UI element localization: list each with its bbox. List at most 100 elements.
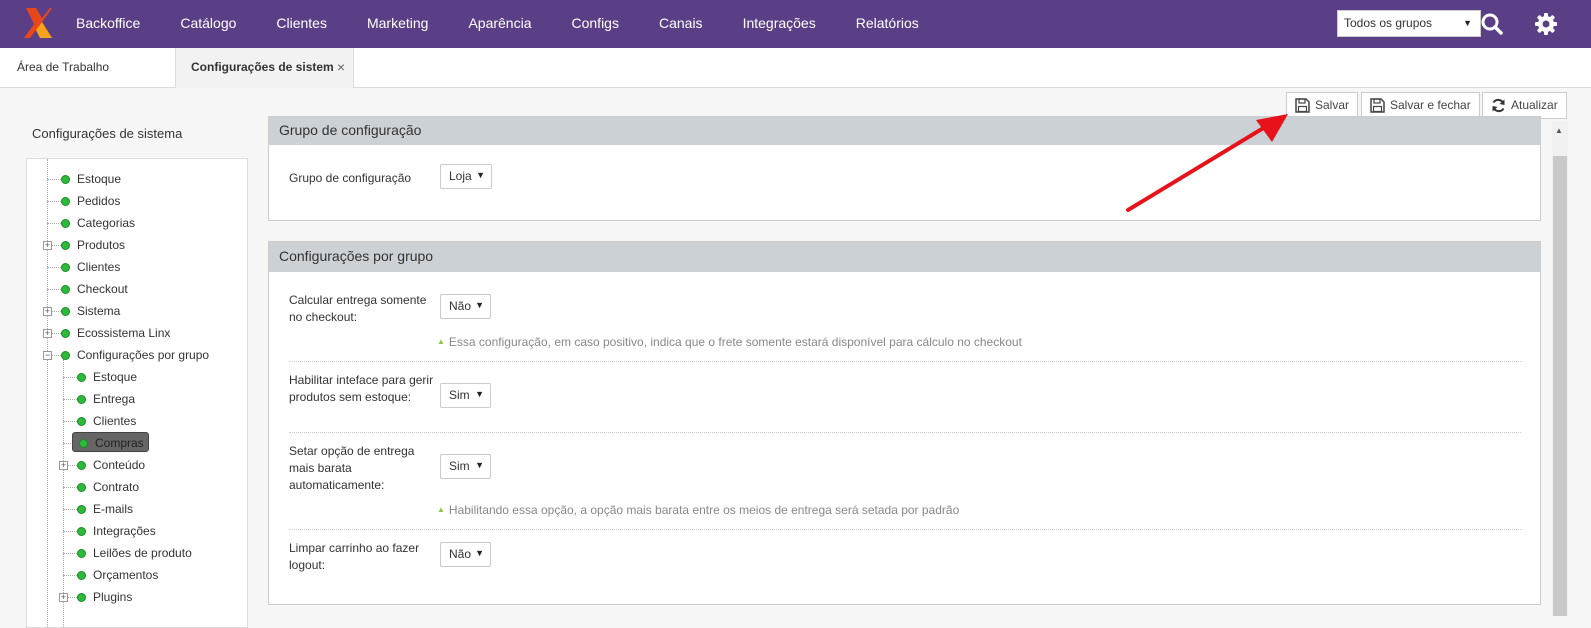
tab-bar: Área de Trabalho Configurações de sistem… bbox=[0, 48, 1591, 88]
tree-guide bbox=[47, 159, 48, 627]
tree-item-grupo-plugins[interactable]: Plugins bbox=[77, 587, 132, 607]
status-dot-icon bbox=[61, 351, 70, 360]
config-group-select[interactable]: Loja ▼ bbox=[440, 164, 492, 189]
status-dot-icon bbox=[77, 527, 86, 536]
group-settings-panel: Configurações por grupo Calcular entrega… bbox=[268, 241, 1541, 605]
setting-hint-entrega-mais-barata: ▲ Habilitando essa opção, a opção mais ba… bbox=[437, 503, 959, 517]
tree-item-grupo-conteudo[interactable]: Conteúdo bbox=[77, 455, 145, 475]
floppy-disk-icon bbox=[1295, 98, 1310, 113]
tree-item-label: Pedidos bbox=[77, 194, 121, 208]
setting-select-limpar-carrinho[interactable]: Não ▼ bbox=[440, 542, 491, 567]
chevron-down-icon: ▼ bbox=[475, 389, 484, 399]
setting-hint-calcular-entrega: ▲ Essa configuração, em caso positivo, in… bbox=[437, 335, 1022, 349]
expand-icon[interactable]: + bbox=[59, 593, 68, 602]
tree-item-grupo-emails[interactable]: E-mails bbox=[77, 499, 133, 519]
expand-icon[interactable]: + bbox=[43, 241, 52, 250]
chevron-down-icon: ▼ bbox=[1463, 18, 1472, 28]
row-divider bbox=[289, 529, 1521, 530]
expand-icon[interactable]: + bbox=[43, 329, 52, 338]
setting-value: Não bbox=[449, 547, 472, 561]
status-dot-icon bbox=[77, 549, 86, 558]
tree-item-pedidos[interactable]: Pedidos bbox=[61, 191, 120, 211]
tree-item-grupo-integracoes[interactable]: Integrações bbox=[77, 521, 156, 541]
chevron-down-icon: ▼ bbox=[476, 170, 485, 180]
tree-item-label: Estoque bbox=[77, 172, 122, 186]
tree-item-ecossistema-linx[interactable]: Ecossistema Linx bbox=[61, 323, 170, 343]
tree-connector bbox=[63, 531, 77, 532]
menu-aparencia[interactable]: Aparência bbox=[448, 0, 551, 48]
status-dot-icon bbox=[77, 483, 86, 492]
tree-item-label: Checkout bbox=[77, 282, 128, 296]
scroll-up-icon[interactable]: ▲ bbox=[1555, 126, 1563, 135]
close-icon[interactable]: × bbox=[337, 48, 345, 87]
tree-item-checkout[interactable]: Checkout bbox=[61, 279, 128, 299]
tree-item-label: Compras bbox=[95, 436, 144, 450]
tree-item-produtos[interactable]: Produtos bbox=[61, 235, 125, 255]
scrollbar-thumb[interactable] bbox=[1553, 156, 1567, 616]
hint-text: Essa configuração, em caso positivo, ind… bbox=[448, 335, 1022, 349]
status-dot-icon bbox=[77, 461, 86, 470]
tree-connector bbox=[63, 575, 77, 576]
status-dot-icon bbox=[61, 263, 70, 272]
setting-select-entrega-mais-barata[interactable]: Sim ▼ bbox=[440, 454, 491, 479]
setting-select-habilitar-interface[interactable]: Sim ▼ bbox=[440, 383, 491, 408]
status-dot-icon bbox=[61, 241, 70, 250]
tree-item-configuracoes-por-grupo[interactable]: Configurações por grupo bbox=[61, 345, 209, 365]
menu-catalogo[interactable]: Catálogo bbox=[160, 0, 256, 48]
tree-item-grupo-entrega[interactable]: Entrega bbox=[77, 389, 135, 409]
tree-item-grupo-clientes[interactable]: Clientes bbox=[77, 411, 136, 431]
setting-value: Não bbox=[449, 299, 472, 313]
menu-marketing[interactable]: Marketing bbox=[347, 0, 448, 48]
tree-connector bbox=[63, 487, 77, 488]
setting-select-calcular-entrega[interactable]: Não ▼ bbox=[440, 294, 491, 319]
tree-item-label: Entrega bbox=[93, 392, 136, 406]
config-group-value: Loja bbox=[449, 169, 472, 183]
menu-integracoes[interactable]: Integrações bbox=[723, 0, 836, 48]
tree-item-label: Integrações bbox=[93, 524, 156, 538]
tree-item-label: Clientes bbox=[93, 414, 137, 428]
tree-item-sistema[interactable]: Sistema bbox=[61, 301, 120, 321]
expand-icon[interactable]: + bbox=[43, 307, 52, 316]
expand-icon[interactable]: + bbox=[59, 461, 68, 470]
menu-backoffice[interactable]: Backoffice bbox=[56, 0, 160, 48]
group-filter-value: Todos os grupos bbox=[1344, 16, 1433, 30]
tree-item-label: Leilões de produto bbox=[93, 546, 192, 560]
tree-item-clientes[interactable]: Clientes bbox=[61, 257, 120, 277]
group-filter-select[interactable]: Todos os grupos ▼ bbox=[1337, 10, 1481, 37]
status-dot-icon bbox=[61, 219, 70, 228]
menu-clientes[interactable]: Clientes bbox=[256, 0, 347, 48]
menu-relatorios[interactable]: Relatórios bbox=[836, 0, 939, 48]
menu-configs[interactable]: Configs bbox=[552, 0, 639, 48]
menu-canais[interactable]: Canais bbox=[639, 0, 723, 48]
search-icon[interactable] bbox=[1480, 12, 1504, 36]
floppy-disk-icon bbox=[1370, 98, 1385, 113]
tree-item-grupo-estoque[interactable]: Estoque bbox=[77, 367, 137, 387]
tree-connector bbox=[47, 223, 61, 224]
top-navigation-bar: Backoffice Catálogo Clientes Marketing A… bbox=[0, 0, 1591, 48]
tree-item-label: Sistema bbox=[77, 304, 121, 318]
tree-item-grupo-compras[interactable]: Compras bbox=[72, 432, 149, 452]
tree-item-categorias[interactable]: Categorias bbox=[61, 213, 135, 233]
tree-connector bbox=[63, 553, 77, 554]
tree-connector bbox=[63, 377, 77, 378]
system-config-title: Configurações de sistema bbox=[32, 126, 183, 141]
save-label: Salvar bbox=[1315, 98, 1350, 112]
status-dot-icon bbox=[61, 307, 70, 316]
tree-item-grupo-leiloes[interactable]: Leilões de produto bbox=[77, 543, 192, 563]
status-dot-icon bbox=[79, 439, 88, 448]
refresh-button[interactable]: Atualizar bbox=[1482, 92, 1567, 119]
tree-item-grupo-orcamentos[interactable]: Orçamentos bbox=[77, 565, 158, 585]
tab-configuracoes-sistema[interactable]: Configurações de sistem × bbox=[175, 48, 354, 88]
chevron-down-icon: ▼ bbox=[475, 460, 484, 470]
save-and-close-button[interactable]: Salvar e fechar bbox=[1361, 92, 1480, 119]
tab-area-de-trabalho[interactable]: Área de Trabalho bbox=[0, 48, 176, 88]
tree-connector bbox=[63, 421, 77, 422]
tree-item-estoque[interactable]: Estoque bbox=[61, 169, 121, 189]
gear-icon[interactable] bbox=[1534, 12, 1558, 36]
tree-item-grupo-contrato[interactable]: Contrato bbox=[77, 477, 139, 497]
collapse-icon[interactable]: − bbox=[43, 351, 52, 360]
save-button[interactable]: Salvar bbox=[1286, 92, 1359, 119]
setting-label-habilitar-interface: Habilitar inteface para gerir produtos s… bbox=[289, 373, 434, 404]
brand-logo-icon[interactable] bbox=[22, 6, 54, 40]
status-dot-icon bbox=[61, 329, 70, 338]
